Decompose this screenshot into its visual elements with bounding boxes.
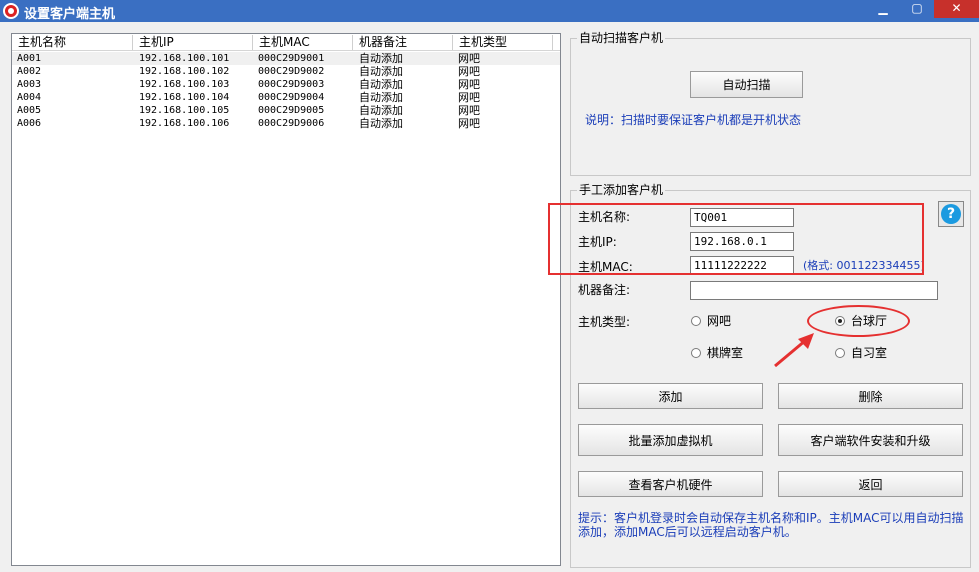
column-header-name[interactable]: 主机名称	[12, 35, 133, 50]
cell-type: 网吧	[458, 52, 480, 65]
batch-add-button[interactable]: 批量添加虚拟机	[578, 424, 763, 456]
cell-type: 网吧	[458, 91, 480, 104]
cell-remark: 自动添加	[359, 104, 403, 117]
cell-name: A002	[17, 66, 42, 77]
cell-ip: 192.168.100.101	[139, 53, 230, 64]
radio-button[interactable]	[691, 348, 701, 358]
remark-input[interactable]	[690, 281, 938, 300]
radio-label: 网吧	[707, 314, 732, 328]
hint-text: 提示：客户机登录时会自动保存主机名称和IP。主机MAC可以用自动扫描添加，添加M…	[578, 511, 964, 539]
cell-ip: 192.168.100.106	[139, 118, 230, 129]
cell-name: A003	[17, 79, 42, 90]
cell-remark: 自动添加	[359, 91, 403, 104]
add-button[interactable]: 添加	[578, 383, 763, 409]
delete-button[interactable]: 删除	[778, 383, 963, 409]
cell-type: 网吧	[458, 104, 480, 117]
type-label: 主机类型:	[578, 315, 631, 329]
host-list[interactable]: 主机名称 主机IP 主机MAC 机器备注 主机类型 A001 192.168.1…	[11, 33, 561, 566]
cell-mac: 000C29D9003	[258, 79, 325, 90]
manual-add-group-title: 手工添加客户机	[577, 183, 666, 197]
annotation-arrow-icon	[774, 333, 814, 368]
title-bar: 设置客户端主机 ▁ ▢ ✕	[0, 0, 979, 22]
column-header-remark[interactable]: 机器备注	[353, 35, 453, 50]
cell-mac: 000C29D9006	[258, 118, 325, 129]
annotation-ellipse	[807, 305, 910, 337]
cell-remark: 自动添加	[359, 117, 403, 130]
cell-remark: 自动添加	[359, 65, 403, 78]
cell-name: A001	[17, 53, 42, 64]
cell-mac: 000C29D9001	[258, 53, 325, 64]
cell-mac: 000C29D9004	[258, 92, 325, 103]
cell-mac: 000C29D9002	[258, 66, 325, 77]
cell-name: A005	[17, 105, 42, 116]
install-upgrade-button[interactable]: 客户端软件安装和升级	[778, 424, 963, 456]
column-header-type[interactable]: 主机类型	[453, 35, 553, 50]
table-row[interactable]: A001 192.168.100.101 000C29D9001 自动添加 网吧	[12, 52, 560, 65]
cell-ip: 192.168.100.104	[139, 92, 230, 103]
cell-remark: 自动添加	[359, 78, 403, 91]
cell-name: A004	[17, 92, 42, 103]
cell-type: 网吧	[458, 117, 480, 130]
radio-label: 棋牌室	[707, 346, 744, 360]
cell-type: 网吧	[458, 65, 480, 78]
table-row[interactable]: A004 192.168.100.104 000C29D9004 自动添加 网吧	[12, 91, 560, 104]
maximize-button[interactable]: ▢	[904, 0, 930, 18]
remark-label: 机器备注:	[578, 283, 631, 297]
cell-ip: 192.168.100.105	[139, 105, 230, 116]
help-icon[interactable]: ?	[938, 201, 964, 227]
minimize-button[interactable]: ▁	[870, 0, 896, 18]
cell-name: A006	[17, 118, 42, 129]
radio-label: 自习室	[851, 346, 888, 360]
view-hardware-button[interactable]: 查看客户机硬件	[578, 471, 763, 497]
annotation-rectangle	[548, 203, 924, 275]
auto-scan-group-title: 自动扫描客户机	[577, 31, 666, 45]
cell-mac: 000C29D9005	[258, 105, 325, 116]
table-row[interactable]: A005 192.168.100.105 000C29D9005 自动添加 网吧	[12, 104, 560, 117]
auto-scan-note: 说明：扫描时要保证客户机都是开机状态	[585, 113, 802, 127]
close-button[interactable]: ✕	[934, 0, 979, 18]
cell-ip: 192.168.100.102	[139, 66, 230, 77]
list-header: 主机名称 主机IP 主机MAC 机器备注 主机类型	[12, 34, 560, 51]
auto-scan-button[interactable]: 自动扫描	[690, 71, 803, 98]
back-button[interactable]: 返回	[778, 471, 963, 497]
app-icon	[3, 3, 19, 19]
table-row[interactable]: A002 192.168.100.102 000C29D9002 自动添加 网吧	[12, 65, 560, 78]
column-header-mac[interactable]: 主机MAC	[253, 35, 353, 50]
cell-type: 网吧	[458, 78, 480, 91]
column-header-ip[interactable]: 主机IP	[133, 35, 253, 50]
cell-remark: 自动添加	[359, 52, 403, 65]
cell-ip: 192.168.100.103	[139, 79, 230, 90]
radio-button[interactable]	[835, 348, 845, 358]
window-title: 设置客户端主机	[24, 7, 116, 22]
table-row[interactable]: A006 192.168.100.106 000C29D9006 自动添加 网吧	[12, 117, 560, 130]
radio-button[interactable]	[691, 316, 701, 326]
table-row[interactable]: A003 192.168.100.103 000C29D9003 自动添加 网吧	[12, 78, 560, 91]
auto-scan-group: 自动扫描客户机	[570, 31, 971, 176]
